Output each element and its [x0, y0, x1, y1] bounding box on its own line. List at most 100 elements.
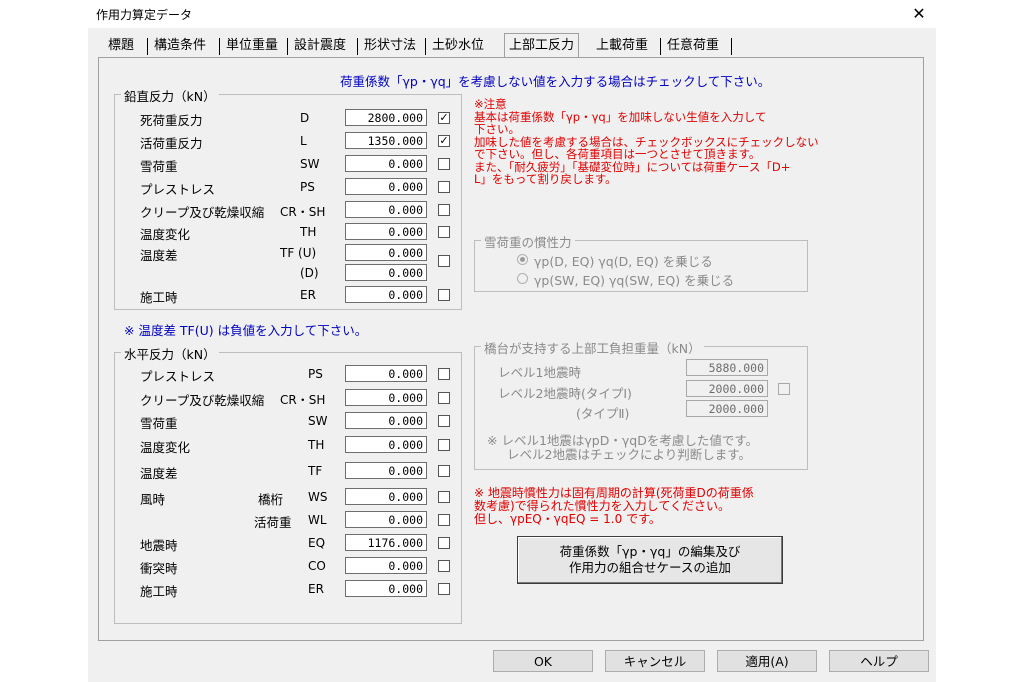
horizontal-code: PS	[308, 367, 323, 381]
snow-option-1-radio[interactable]	[517, 254, 528, 265]
horizontal-value-input[interactable]: 0.000	[345, 580, 427, 597]
level1-label: レベル1地震時	[498, 365, 581, 380]
tab-separator	[287, 38, 288, 55]
vertical-value-input[interactable]: 0.000	[345, 178, 427, 195]
tab-5[interactable]: 土砂水位	[428, 36, 488, 56]
vertical-checkbox[interactable]: ✓	[438, 135, 450, 147]
horizontal-label: プレストレス	[140, 369, 216, 384]
vertical-checkbox[interactable]: ✓	[438, 112, 450, 124]
apply-button[interactable]: 適用(A)	[717, 650, 817, 672]
tab-1[interactable]: 構造条件	[150, 36, 210, 56]
horizontal-checkbox[interactable]	[438, 439, 450, 451]
vertical-value-input[interactable]: 0.000	[345, 286, 427, 303]
vertical-value-input[interactable]: 0.000	[345, 264, 427, 281]
caution-line: L」をもって割り戻します。	[474, 172, 617, 186]
vertical-value-input[interactable]: 0.000	[345, 244, 427, 261]
horizontal-value-input[interactable]: 0.000	[345, 365, 427, 382]
level1-input[interactable]: 5880.000	[686, 359, 768, 376]
tab-3[interactable]: 設計震度	[290, 36, 350, 56]
horizontal-value-input[interactable]: 0.000	[345, 436, 427, 453]
vertical-code: L	[300, 134, 307, 148]
cancel-button[interactable]: キャンセル	[605, 650, 705, 672]
horizontal-checkbox[interactable]	[438, 583, 450, 595]
horizontal-checkbox[interactable]	[438, 537, 450, 549]
horizontal-checkbox[interactable]	[438, 368, 450, 380]
snow-inertia-title: 雪荷重の慣性力	[481, 232, 575, 251]
tab-8[interactable]: 任意荷重	[663, 36, 723, 56]
horizontal-value-input[interactable]: 0.000	[345, 389, 427, 406]
horizontal-label: 衝突時	[140, 561, 178, 576]
horizontal-label: 施工時	[140, 584, 178, 599]
snow-option-2-radio[interactable]	[517, 273, 528, 284]
vertical-label: クリープ及び乾燥収縮	[140, 205, 265, 220]
vertical-value-input[interactable]: 2800.000	[345, 109, 427, 126]
horizontal-code: EQ	[308, 536, 326, 550]
horizontal-checkbox[interactable]	[438, 465, 450, 477]
vertical-value-input[interactable]: 0.000	[345, 155, 427, 172]
title-bar	[88, 0, 936, 28]
vertical-code: (D)	[300, 266, 319, 280]
edit-load-factor-button[interactable]: 荷重係数「γp・γq」の編集及び 作用力の組合せケースの追加	[517, 536, 783, 584]
vertical-code: TF (U)	[280, 246, 317, 260]
horizontal-checkbox[interactable]	[438, 392, 450, 404]
level2-checkbox[interactable]	[778, 383, 790, 395]
horizontal-sublabel: 橋桁	[258, 492, 284, 507]
vertical-label: 温度変化	[140, 227, 191, 242]
help-button[interactable]: ヘルプ	[829, 650, 929, 672]
vertical-checkbox[interactable]	[438, 226, 450, 238]
tab-6[interactable]: 上部工反力	[504, 33, 580, 58]
tab-separator	[425, 38, 426, 55]
horizontal-checkbox[interactable]	[438, 514, 450, 526]
tab-0[interactable]: 標題	[104, 36, 138, 56]
horizontal-checkbox[interactable]	[438, 560, 450, 572]
horizontal-value-input[interactable]: 0.000	[345, 557, 427, 574]
vertical-value-input[interactable]: 0.000	[345, 223, 427, 240]
vertical-code: CR・SH	[280, 205, 326, 219]
horizontal-value-input[interactable]: 0.000	[345, 488, 427, 505]
vertical-value-input[interactable]: 1350.000	[345, 132, 427, 149]
horizontal-value-input[interactable]: 0.000	[345, 412, 427, 429]
edit-button-line2: 作用力の組合せケースの追加	[569, 560, 731, 575]
horizontal-label: クリープ及び乾燥収縮	[140, 393, 265, 408]
level2-type2-label: (タイプⅡ)	[576, 406, 630, 421]
close-icon[interactable]: ✕	[908, 3, 930, 25]
vertical-checkbox[interactable]	[438, 158, 450, 170]
tab-separator	[731, 38, 732, 55]
horizontal-code: SW	[308, 414, 328, 428]
horizontal-code: WS	[308, 490, 328, 504]
horizontal-label: 温度変化	[140, 440, 191, 455]
vertical-code: ER	[300, 288, 316, 302]
horizontal-value-input[interactable]: 1176.000	[345, 534, 427, 551]
level2-type2-input[interactable]: 2000.000	[686, 400, 768, 417]
level2-type1-input[interactable]: 2000.000	[686, 380, 768, 397]
window-title: 作用力算定データ	[96, 8, 193, 22]
tab-separator	[357, 38, 358, 55]
horizontal-sublabel: 活荷重	[254, 515, 292, 530]
horizontal-reaction-title: 水平反力（kN）	[121, 344, 219, 363]
edit-button-line1: 荷重係数「γp・γq」の編集及び	[559, 544, 741, 559]
tab-7[interactable]: 上載荷重	[592, 36, 652, 56]
ok-button[interactable]: OK	[493, 650, 593, 672]
vertical-checkbox[interactable]	[438, 204, 450, 216]
vertical-checkbox[interactable]	[438, 289, 450, 301]
check-instruction: 荷重係数「γp・γq」を考慮しない値を入力する場合はチェックして下さい。	[340, 74, 771, 89]
horizontal-value-input[interactable]: 0.000	[345, 462, 427, 479]
horizontal-code: CR・SH	[280, 393, 326, 407]
vertical-checkbox[interactable]	[438, 181, 450, 193]
vertical-checkbox[interactable]	[438, 255, 450, 267]
vertical-label: 雪荷重	[140, 159, 178, 174]
horizontal-checkbox[interactable]	[438, 491, 450, 503]
vertical-value-input[interactable]: 0.000	[345, 201, 427, 218]
vertical-label: プレストレス	[140, 182, 216, 197]
bearing-weight-title: 橋台が支持する上部工負担重量（kN）	[481, 338, 704, 357]
tab-4[interactable]: 形状寸法	[360, 36, 420, 56]
tab-separator	[660, 38, 661, 55]
horizontal-label: 地震時	[140, 538, 178, 553]
tab-separator	[147, 38, 148, 55]
horizontal-label: 風時	[140, 492, 166, 507]
tab-2[interactable]: 単位重量	[222, 36, 282, 56]
horizontal-value-input[interactable]: 0.000	[345, 511, 427, 528]
vertical-code: D	[300, 111, 310, 125]
horizontal-code: CO	[308, 559, 326, 573]
horizontal-checkbox[interactable]	[438, 415, 450, 427]
